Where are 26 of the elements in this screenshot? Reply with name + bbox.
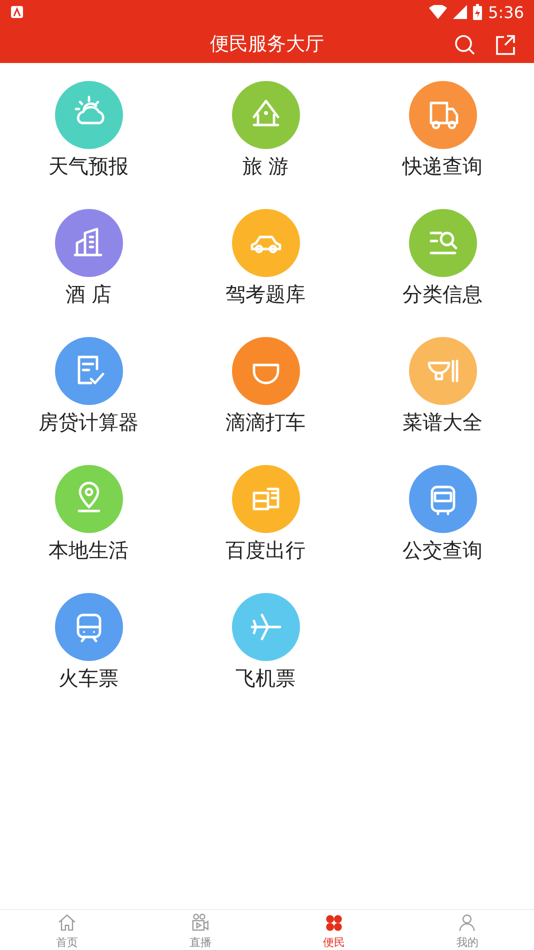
service-button[interactable]: 快递查询 <box>372 81 512 199</box>
notification-icon <box>10 5 24 19</box>
service-button[interactable]: 天气预报 <box>18 81 158 199</box>
tab[interactable]: 便民 <box>267 910 400 950</box>
tab[interactable]: 直播 <box>134 910 267 950</box>
service-button[interactable]: 菜谱大全 <box>372 337 512 455</box>
battery-icon <box>473 4 482 20</box>
service-button[interactable]: 房贷计算器 <box>18 337 158 455</box>
service-button[interactable]: 驾考题库 <box>196 209 336 327</box>
service-button[interactable]: 酒 店 <box>18 209 158 327</box>
wifi-icon <box>429 5 448 19</box>
service-button[interactable]: 火车票 <box>18 593 158 711</box>
share-icon <box>494 34 516 56</box>
service-button[interactable]: 百度出行 <box>196 465 336 583</box>
clock: 5:36 <box>488 2 524 22</box>
tab[interactable]: 首页 <box>0 910 134 950</box>
page-title: 便民服务大厅 <box>210 32 324 56</box>
service-button[interactable]: 飞机票 <box>196 593 336 711</box>
service-button[interactable]: 分类信息 <box>372 209 512 327</box>
service-button[interactable]: 公交查询 <box>372 465 512 583</box>
service-button[interactable]: 本地生活 <box>18 465 158 583</box>
service-button[interactable]: 滴滴打车 <box>196 337 336 455</box>
tab[interactable]: 我的 <box>400 910 534 950</box>
signal-icon <box>453 5 468 19</box>
search-icon <box>454 34 476 56</box>
service-button[interactable]: 旅 游 <box>196 81 336 199</box>
